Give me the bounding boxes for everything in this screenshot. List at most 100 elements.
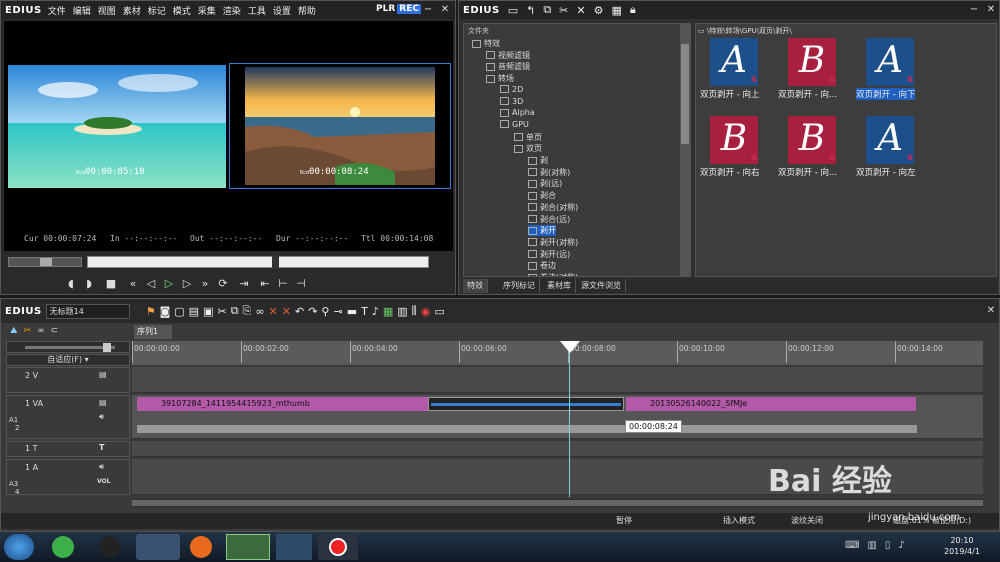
effect-thumbnail[interactable]: Bs [710,116,758,164]
effect-thumbnail[interactable]: Bs [788,38,836,86]
menu-item-5[interactable]: 模式 [173,7,191,17]
open-icon[interactable]: ▤ [189,305,199,318]
bin-tab[interactable]: 特效 [463,279,488,293]
color-icon[interactable]: ◉ [421,305,431,318]
tree-item[interactable]: 卷边 [528,260,556,271]
tree-item[interactable]: GPU [500,120,529,129]
battery-icon[interactable]: ▯ [885,540,891,551]
play-icon[interactable]: ▷ [161,276,177,292]
firefox-icon[interactable] [190,536,212,558]
tree-item[interactable]: 特效 [472,38,500,49]
source-scrub-handle[interactable] [40,258,52,266]
folder-icon[interactable]: ▭ [508,4,518,17]
layout-icon[interactable]: ▭ [434,305,444,318]
app-icon-1[interactable] [52,536,74,558]
tree-item[interactable]: 转场 [486,73,514,84]
copy-icon[interactable]: ⧉ [543,3,551,17]
link-icon[interactable]: ∞ [255,305,264,318]
mode-icon[interactable]: ⛰ [10,326,18,336]
paste-icon[interactable]: ⎘ [243,304,252,318]
zoom-control[interactable] [6,341,130,353]
tree-item[interactable]: 剥合(远) [528,214,570,225]
menu-item-8[interactable]: 工具 [248,7,266,17]
set-in-icon[interactable]: ◖ [63,276,79,292]
track-header-a1[interactable]: 1 A 🔊︎ VOL A3 4 [6,459,130,496]
mode-select[interactable]: 自适应(F) ▾ [6,354,130,366]
insert-icon[interactable]: ⇥ [233,276,255,292]
mixer-icon[interactable]: ⫼ [412,304,417,318]
vol-label[interactable]: VOL [97,478,110,485]
menu-item-1[interactable]: 编辑 [73,7,91,17]
razor-icon[interactable]: ▬ [347,305,357,318]
loop-icon[interactable]: ⟳ [215,276,231,292]
effect-label[interactable]: 双页剥开 - 向... [778,166,837,178]
menu-item-3[interactable]: 素材 [123,7,141,17]
start-button[interactable] [4,534,34,560]
group-icon[interactable]: ⊂ [51,326,59,336]
split-icon[interactable]: ⊸ [333,305,342,318]
tree-item[interactable]: 3D [500,97,523,106]
effect-thumbnail[interactable]: Bs [788,116,836,164]
clip-1[interactable]: 39107284_1411954415923_mthumb [137,397,430,411]
effect-label[interactable]: 双页剥开 - 向... [778,88,837,100]
menu-item-10[interactable]: 帮助 [298,7,316,17]
undo-icon[interactable]: ↶ [295,305,304,318]
tree-item[interactable]: 剥合 [528,190,556,201]
step-back-icon[interactable]: ◁ [143,276,159,292]
plr-button[interactable]: PLR [376,4,395,14]
copy-icon[interactable]: ⧉ [231,304,239,318]
tree-item[interactable]: 卷边(对称) [528,272,578,276]
menu-item-7[interactable]: 渲染 [223,7,241,17]
effect-label[interactable]: 双页剥开 - 向下 [856,88,916,100]
tree-scrollbar[interactable] [680,24,690,276]
save-icon[interactable]: ▣ [203,305,213,318]
trim-icon[interactable]: ⊢ [275,276,291,292]
effect-thumbnail[interactable]: As [866,116,914,164]
transition[interactable] [428,397,624,411]
bin-tab[interactable]: 素材库 [543,279,576,293]
track-header-va1[interactable]: 1 VA ▤ 🔊︎ A1 2 [6,395,130,439]
delete-icon[interactable]: ✕ [576,4,585,17]
sequence-tab[interactable]: 序列1 [134,325,172,339]
track-header-v2[interactable]: 2 V ▤ [6,367,130,393]
clip-2[interactable]: 20130526140022_SfMJe [626,397,916,411]
track-va1-visibility-icon[interactable]: ▤ [99,398,107,407]
track-row-v2[interactable] [132,367,983,393]
effect-thumbnail[interactable]: As [710,38,758,86]
explorer-icon[interactable] [136,534,180,560]
bin-tab[interactable]: 源文件浏览 [577,279,626,293]
delete-clip-icon[interactable]: ✕ [269,305,278,318]
set-out-icon[interactable]: ◗ [81,276,97,292]
export-icon[interactable]: ⊣ [293,276,309,292]
tree-item[interactable]: 剥 [528,155,548,166]
camera-icon[interactable]: ◙ [160,305,171,318]
project-name[interactable]: 无标题14 [45,303,130,319]
menu-item-6[interactable]: 采集 [198,7,216,17]
track-row-va1[interactable]: 39107284_1411954415923_mthumb 2013052614… [132,395,983,439]
fast-forward-icon[interactable]: » [197,276,213,292]
tree-item[interactable]: 剥(远) [528,178,562,189]
tree-item[interactable]: 剥开(对称) [528,237,578,248]
effect-label[interactable]: 双页剥开 - 向上 [700,88,759,100]
menu-item-4[interactable]: 标记 [148,7,166,17]
tree-item[interactable]: 剥开(远) [528,249,570,260]
marker-icon[interactable]: ⚲ [321,305,329,318]
cut-icon[interactable]: ✂ [559,4,568,17]
lock-icon[interactable]: 🔒︎ [630,3,636,17]
track-va1-audio-icon[interactable]: 🔊︎ [99,412,104,422]
source-scrub-bar[interactable] [8,257,82,267]
app-icon-2[interactable] [276,534,312,560]
track-a1-speaker-icon[interactable]: 🔊︎ [99,462,104,472]
new-icon[interactable]: ▢ [174,305,184,318]
menu-item-9[interactable]: 设置 [273,7,291,17]
record-scrub-bar[interactable] [87,255,429,269]
bin-tab[interactable]: 序列标记 [499,279,540,293]
playhead-marker[interactable] [560,341,580,353]
tree-item[interactable]: 单页 [514,132,542,143]
cut-icon[interactable]: ✂ [217,305,226,318]
edius-taskbar-icon[interactable] [226,534,270,560]
effect-label[interactable]: 双页剥开 - 向右 [700,166,759,178]
rewind-icon[interactable]: « [125,276,141,292]
keyboard-icon[interactable]: ⌨ [845,540,859,551]
effects-minimize-icon[interactable]: − [967,3,981,16]
